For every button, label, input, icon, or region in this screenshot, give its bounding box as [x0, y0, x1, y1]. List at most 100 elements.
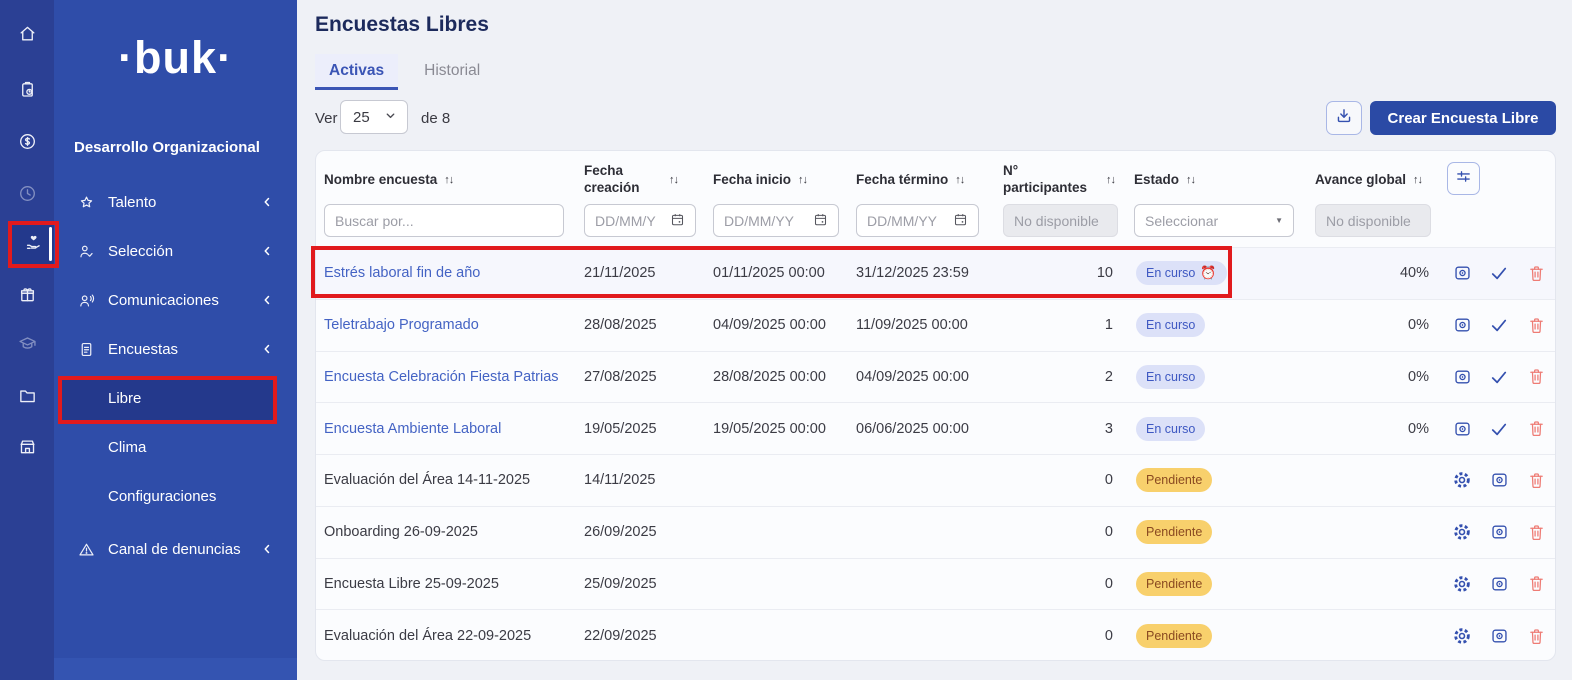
- settings-gear-icon[interactable]: [1452, 470, 1472, 490]
- rail-item-clock[interactable]: [0, 176, 54, 216]
- chevron-left-icon[interactable]: [261, 196, 273, 208]
- column-label: Fecha creación: [584, 163, 662, 197]
- delete-trash-icon[interactable]: [1526, 574, 1546, 594]
- rail-item-home[interactable]: [0, 16, 54, 56]
- column-header-fecha-inicio[interactable]: Fecha inicio↑↓: [713, 159, 807, 201]
- rail-item-dollar-circle[interactable]: [0, 124, 54, 164]
- pagesize-select[interactable]: 25: [340, 100, 408, 134]
- chevron-left-icon[interactable]: [261, 343, 273, 355]
- rail-item-gift[interactable]: [0, 277, 54, 317]
- table-row: Encuesta Ambiente Laboral19/05/202519/05…: [316, 403, 1555, 455]
- sort-icon[interactable]: ↑↓: [1186, 174, 1195, 186]
- sort-icon[interactable]: ↑↓: [1413, 174, 1422, 186]
- calendar-icon[interactable]: [670, 212, 685, 230]
- create-survey-button[interactable]: Crear Encuesta Libre: [1370, 101, 1556, 135]
- sidebar-item-clima[interactable]: Clima: [54, 433, 297, 461]
- survey-name-link[interactable]: Teletrabajo Programado: [324, 317, 479, 333]
- survey-name-link[interactable]: Encuesta Celebración Fiesta Patrias: [324, 369, 559, 385]
- settings-gear-icon[interactable]: [1452, 574, 1472, 594]
- calendar-icon[interactable]: [953, 212, 968, 230]
- view-survey-icon[interactable]: [1489, 470, 1509, 490]
- column-settings-button[interactable]: [1447, 162, 1480, 195]
- sort-icon[interactable]: ↑↓: [669, 174, 678, 186]
- chevron-left-icon[interactable]: [261, 543, 273, 555]
- approve-check-icon[interactable]: [1489, 419, 1509, 439]
- alarm-clock-icon: ⏰: [1200, 265, 1216, 281]
- survey-name-link[interactable]: Encuesta Ambiente Laboral: [324, 421, 501, 437]
- rail-item-graduation-cap[interactable]: [0, 326, 54, 366]
- estado-select[interactable]: Seleccionar▼: [1134, 204, 1294, 237]
- sidebar-item-comunicaciones[interactable]: Comunicaciones: [54, 286, 297, 314]
- global-progress: [1315, 559, 1429, 610]
- delete-trash-icon[interactable]: [1526, 522, 1546, 542]
- sidebar-item-configuraciones[interactable]: Configuraciones: [54, 482, 297, 510]
- filter-estado[interactable]: Seleccionar▼: [1134, 204, 1294, 237]
- participants-count: 2: [1003, 352, 1113, 403]
- date-input[interactable]: DD/MM/Y: [584, 204, 696, 237]
- sidebar-item-canal-de-denuncias[interactable]: Canal de denuncias: [54, 535, 297, 563]
- survey-name[interactable]: Encuesta Ambiente Laboral: [324, 403, 501, 454]
- end-date: 04/09/2025 00:00: [856, 352, 969, 403]
- download-button[interactable]: [1326, 101, 1362, 135]
- disabled-filter: No disponible: [1003, 204, 1118, 237]
- view-survey-icon[interactable]: [1489, 522, 1509, 542]
- settings-gear-icon[interactable]: [1452, 522, 1472, 542]
- filter-nombre-encuesta[interactable]: Buscar por...: [324, 204, 564, 237]
- date-input[interactable]: DD/MM/YY: [856, 204, 979, 237]
- survey-name-link[interactable]: Estrés laboral fin de año: [324, 265, 480, 281]
- column-header-fecha-creaci-n[interactable]: Fecha creación ↑↓: [584, 159, 678, 201]
- delete-trash-icon[interactable]: [1526, 263, 1546, 283]
- participants-count: 0: [1003, 507, 1113, 558]
- tab-activas[interactable]: Activas: [315, 54, 398, 88]
- delete-trash-icon[interactable]: [1526, 315, 1546, 335]
- sort-icon[interactable]: ↑↓: [444, 174, 453, 186]
- column-header-fecha-t-rmino[interactable]: Fecha término↑↓: [856, 159, 964, 201]
- delete-trash-icon[interactable]: [1526, 626, 1546, 646]
- survey-name-text: Onboarding 26-09-2025: [324, 524, 478, 540]
- view-survey-icon[interactable]: [1489, 626, 1509, 646]
- sidebar-item-encuestas[interactable]: Encuestas: [54, 335, 297, 363]
- view-survey-icon[interactable]: [1452, 263, 1472, 283]
- column-header-estado[interactable]: Estado↑↓: [1134, 159, 1195, 201]
- survey-name[interactable]: Estrés laboral fin de año: [324, 248, 480, 299]
- chevron-left-icon[interactable]: [261, 294, 273, 306]
- tab-historial[interactable]: Historial: [410, 54, 494, 88]
- filter-fecha-t-rmino[interactable]: DD/MM/YY: [856, 204, 979, 237]
- approve-check-icon[interactable]: [1489, 315, 1509, 335]
- row-actions: [1452, 300, 1546, 351]
- delete-trash-icon[interactable]: [1526, 367, 1546, 387]
- column-header-nombre-encuesta[interactable]: Nombre encuesta↑↓: [324, 159, 453, 201]
- sort-icon[interactable]: ↑↓: [955, 174, 964, 186]
- view-survey-icon[interactable]: [1452, 367, 1472, 387]
- column-header-avance-global[interactable]: Avance global↑↓: [1315, 159, 1422, 201]
- rail-item-storefront[interactable]: [0, 429, 54, 469]
- participants-count: 0: [1003, 559, 1113, 610]
- rail-item-hand-heart[interactable]: [12, 224, 54, 264]
- view-survey-icon[interactable]: [1489, 574, 1509, 594]
- sidebar-item-libre[interactable]: Libre: [54, 384, 297, 412]
- search-input[interactable]: Buscar por...: [324, 204, 564, 237]
- date-input[interactable]: DD/MM/YY: [713, 204, 839, 237]
- column-header-n-participantes[interactable]: N° participantes↑↓: [1003, 159, 1115, 201]
- settings-gear-icon[interactable]: [1452, 626, 1472, 646]
- delete-trash-icon[interactable]: [1526, 419, 1546, 439]
- survey-name[interactable]: Encuesta Celebración Fiesta Patrias: [324, 352, 559, 403]
- sort-icon[interactable]: ↑↓: [1106, 174, 1115, 186]
- filter-fecha-creaci-n[interactable]: DD/MM/Y: [584, 204, 696, 237]
- rail-item-folder[interactable]: [0, 378, 54, 418]
- approve-check-icon[interactable]: [1489, 263, 1509, 283]
- approve-check-icon[interactable]: [1489, 367, 1509, 387]
- filter-fecha-inicio[interactable]: DD/MM/YY: [713, 204, 839, 237]
- delete-trash-icon[interactable]: [1526, 470, 1546, 490]
- person-voice-icon: [74, 292, 98, 309]
- rail-item-clipboard-clock[interactable]: [0, 72, 54, 112]
- icon-rail: [0, 0, 54, 680]
- survey-name[interactable]: Teletrabajo Programado: [324, 300, 479, 351]
- chevron-left-icon[interactable]: [261, 245, 273, 257]
- calendar-icon[interactable]: [813, 212, 828, 230]
- sort-icon[interactable]: ↑↓: [798, 174, 807, 186]
- sidebar-item-talento[interactable]: Talento: [54, 188, 297, 216]
- view-survey-icon[interactable]: [1452, 419, 1472, 439]
- sidebar-item-selecci-n[interactable]: Selección: [54, 237, 297, 265]
- view-survey-icon[interactable]: [1452, 315, 1472, 335]
